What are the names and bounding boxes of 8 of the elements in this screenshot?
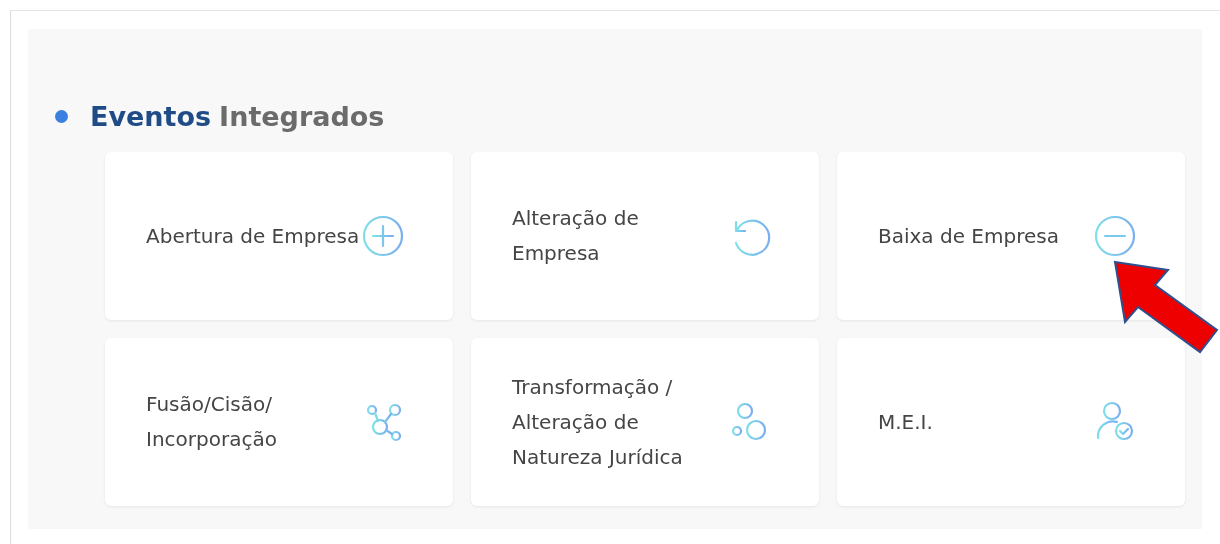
event-card[interactable]: Transformação / Alteração de Natureza Jurídica [471,338,819,506]
section-subtitle: Integrados [219,100,385,132]
event-card[interactable]: Abertura de Empresa [105,152,453,320]
event-card[interactable]: Baixa de Empresa [837,152,1185,320]
event-card[interactable]: Alteração de Empresa [471,152,819,320]
event-card[interactable]: Fusão/Cisão/ Incorporação [105,338,453,506]
event-card[interactable]: M.E.I. [837,338,1185,506]
section-title: Eventos [90,100,212,132]
